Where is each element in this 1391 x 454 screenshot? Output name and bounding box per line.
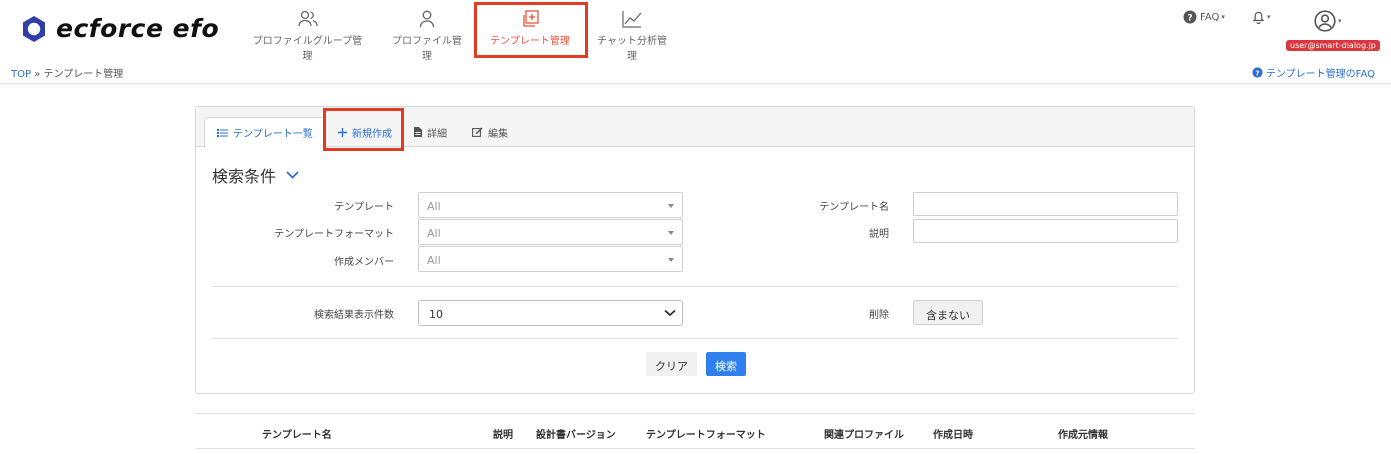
- divider: [212, 286, 1178, 287]
- caret-down-icon: ▾: [1267, 13, 1271, 21]
- description-label: 説明: [869, 229, 889, 240]
- clear-button[interactable]: クリア: [646, 352, 697, 376]
- chart-line-icon: [622, 11, 642, 28]
- nav-chat-analysis-label: チャット分析管理: [597, 36, 667, 62]
- template-format-label: テンプレートフォーマット: [274, 229, 394, 240]
- template-select[interactable]: All: [418, 192, 683, 218]
- nav-template[interactable]: テンプレート管理: [490, 10, 570, 47]
- template-label: テンプレート: [334, 202, 394, 213]
- tab-template-list[interactable]: テンプレート一覧: [204, 117, 326, 148]
- tab-template-list-label: テンプレート一覧: [233, 129, 313, 140]
- template-select-value: All: [427, 200, 441, 213]
- svg-text:?: ?: [1255, 68, 1259, 77]
- logo-mark-icon: [23, 15, 45, 42]
- nav-template-label: テンプレート管理: [490, 36, 570, 47]
- faq-menu-label: FAQ: [1200, 11, 1220, 23]
- logo-text: ecforce efo: [56, 14, 220, 43]
- notification-menu[interactable]: ▾: [1252, 10, 1271, 24]
- template-faq-link[interactable]: ? テンプレート管理のFAQ: [1252, 65, 1375, 80]
- nav-profile[interactable]: プロファイル管理: [388, 10, 466, 62]
- template-faq-label: テンプレート管理のFAQ: [1265, 69, 1375, 80]
- faq-menu[interactable]: ? FAQ ▾: [1183, 10, 1225, 24]
- caret-down-icon: [668, 231, 674, 235]
- column-related-profile[interactable]: 関連プロファイル: [824, 426, 904, 441]
- column-creator-info[interactable]: 作成元情報: [1058, 426, 1108, 441]
- search-conditions-title[interactable]: 検索条件: [212, 163, 299, 187]
- caret-down-icon: [668, 204, 674, 208]
- result-count-label: 検索結果表示件数: [314, 310, 394, 321]
- template-add-icon: [523, 10, 539, 27]
- search-conditions-label: 検索条件: [212, 167, 277, 186]
- question-circle-icon: ?: [1252, 67, 1263, 78]
- caret-down-icon: [668, 258, 674, 262]
- delete-label: 削除: [869, 310, 889, 321]
- column-template-format[interactable]: テンプレートフォーマット: [646, 426, 766, 441]
- nav-profile-label: プロファイル管理: [392, 36, 462, 62]
- chevron-down-icon: [664, 309, 676, 317]
- breadcrumb-separator: »: [34, 69, 41, 80]
- tab-edit-label: 編集: [488, 128, 508, 140]
- nav-profile-group[interactable]: プロファイルグループ管理: [250, 10, 365, 62]
- chevron-down-icon: [286, 171, 299, 179]
- caret-down-icon: ▾: [1338, 17, 1342, 25]
- template-format-select[interactable]: All: [418, 219, 683, 245]
- users-icon: [297, 10, 318, 27]
- result-count-select[interactable]: 10: [418, 300, 683, 326]
- template-format-select-value: All: [427, 227, 441, 240]
- user-icon: [419, 10, 435, 28]
- document-icon: [414, 127, 422, 137]
- column-template-name[interactable]: テンプレート名: [262, 426, 332, 441]
- tab-detail[interactable]: 詳細: [402, 117, 459, 147]
- delete-toggle-button[interactable]: 含まない: [913, 300, 983, 325]
- bell-icon: [1252, 11, 1265, 24]
- column-description[interactable]: 説明: [493, 426, 513, 441]
- template-table-header: テンプレート名 説明 設計書バージョン テンプレートフォーマット 関連プロファイ…: [195, 413, 1195, 449]
- template-name-input[interactable]: [913, 192, 1178, 216]
- breadcrumb-bar: TOP » テンプレート管理 ? テンプレート管理のFAQ: [0, 60, 1391, 84]
- tab-bar: テンプレート一覧 新規作成 詳細 編集: [196, 107, 1194, 148]
- breadcrumb-current: テンプレート管理: [43, 69, 124, 80]
- tab-new-label: 新規作成: [352, 128, 392, 140]
- svg-text:?: ?: [1187, 14, 1192, 24]
- search-button[interactable]: 検索: [706, 352, 746, 376]
- column-spec-version[interactable]: 設計書バージョン: [536, 426, 616, 441]
- app-logo[interactable]: ecforce efo: [20, 14, 219, 43]
- tab-detail-label: 詳細: [427, 128, 447, 140]
- divider: [212, 338, 1178, 339]
- creator-member-select[interactable]: All: [418, 246, 683, 272]
- breadcrumb-top-link[interactable]: TOP: [11, 69, 31, 80]
- creator-member-label: 作成メンバー: [334, 257, 394, 268]
- caret-down-icon: ▾: [1221, 13, 1225, 21]
- template-card: テンプレート一覧 新規作成 詳細 編集 検索条件 テンプレート All テンプレ…: [195, 106, 1195, 394]
- user-email-badge: user@smart-dialog.jp: [1286, 40, 1380, 51]
- question-circle-icon: ?: [1183, 10, 1197, 24]
- creator-member-select-value: All: [427, 254, 441, 267]
- list-icon: [217, 128, 228, 138]
- tab-edit[interactable]: 編集: [460, 117, 520, 147]
- top-header: ecforce efo プロファイルグループ管理 プロファイル管理 テンプレート…: [0, 0, 1391, 62]
- tab-new[interactable]: 新規作成: [326, 117, 404, 147]
- user-menu[interactable]: ▾: [1314, 10, 1342, 32]
- user-avatar-icon: [1314, 10, 1336, 32]
- plus-icon: [338, 127, 347, 137]
- nav-chat-analysis[interactable]: チャット分析管理: [593, 10, 671, 62]
- description-input[interactable]: [913, 219, 1178, 243]
- template-name-label: テンプレート名: [819, 202, 889, 213]
- column-created-at[interactable]: 作成日時: [933, 426, 973, 441]
- result-count-value: 10: [429, 308, 443, 321]
- nav-profile-group-label: プロファイルグループ管理: [252, 36, 363, 62]
- breadcrumb: TOP » テンプレート管理: [11, 65, 123, 80]
- edit-icon: [472, 127, 483, 137]
